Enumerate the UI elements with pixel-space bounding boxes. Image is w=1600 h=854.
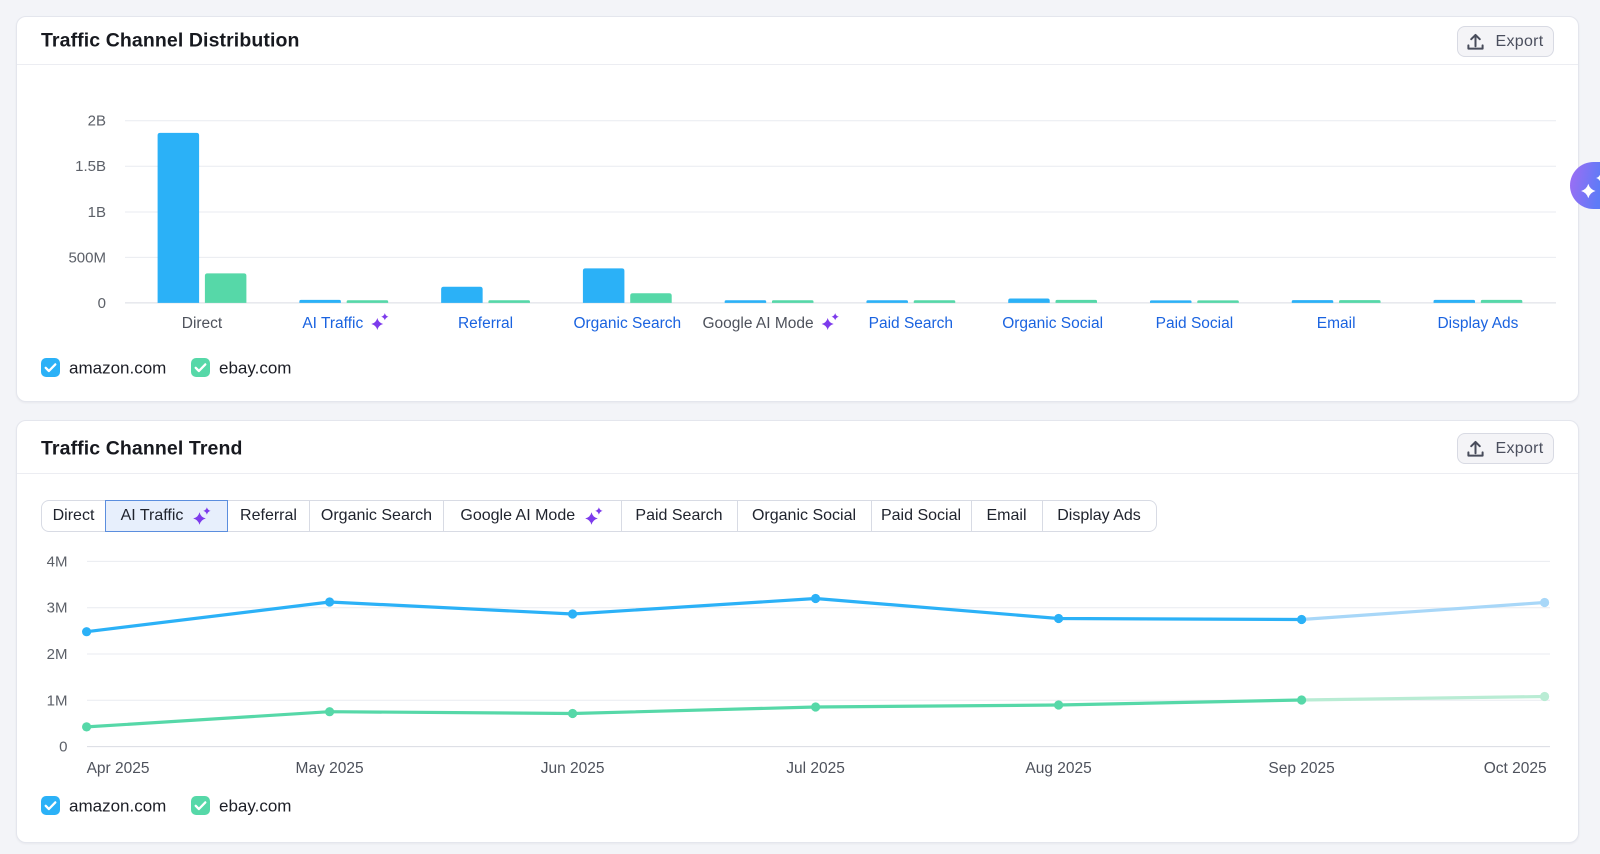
svg-text:1.5B: 1.5B [75,158,106,175]
svg-text:0: 0 [59,739,67,756]
svg-text:Sep 2025: Sep 2025 [1268,760,1334,777]
svg-text:amazon.com: amazon.com [69,359,166,378]
svg-text:1M: 1M [47,692,68,709]
svg-text:Aug 2025: Aug 2025 [1025,760,1091,777]
svg-text:2B: 2B [88,113,106,130]
svg-text:4M: 4M [47,553,68,570]
svg-text:Referral: Referral [458,315,513,332]
svg-text:Oct 2025: Oct 2025 [1484,760,1547,777]
svg-text:Display Ads: Display Ads [1437,315,1518,332]
svg-text:Jul 2025: Jul 2025 [786,760,845,777]
svg-text:Apr 2025: Apr 2025 [87,760,150,777]
svg-text:Google AI Mode: Google AI Mode [702,315,813,332]
svg-text:amazon.com: amazon.com [69,797,166,816]
svg-text:Jun 2025: Jun 2025 [541,760,605,777]
svg-text:Organic Social: Organic Social [1002,315,1103,332]
svg-text:AI Traffic: AI Traffic [302,315,363,332]
svg-text:2M: 2M [47,646,68,663]
svg-text:3M: 3M [47,600,68,617]
svg-text:Paid Social: Paid Social [1156,315,1234,332]
svg-text:Direct: Direct [182,315,223,332]
svg-text:Paid Search: Paid Search [869,315,953,332]
svg-text:500M: 500M [68,249,106,266]
svg-text:ebay.com: ebay.com [219,797,291,816]
svg-text:May 2025: May 2025 [296,760,364,777]
svg-text:Email: Email [1317,315,1356,332]
svg-text:Organic Search: Organic Search [573,315,681,332]
svg-text:0: 0 [98,295,106,312]
svg-text:1B: 1B [88,204,106,221]
svg-text:ebay.com: ebay.com [219,359,291,378]
